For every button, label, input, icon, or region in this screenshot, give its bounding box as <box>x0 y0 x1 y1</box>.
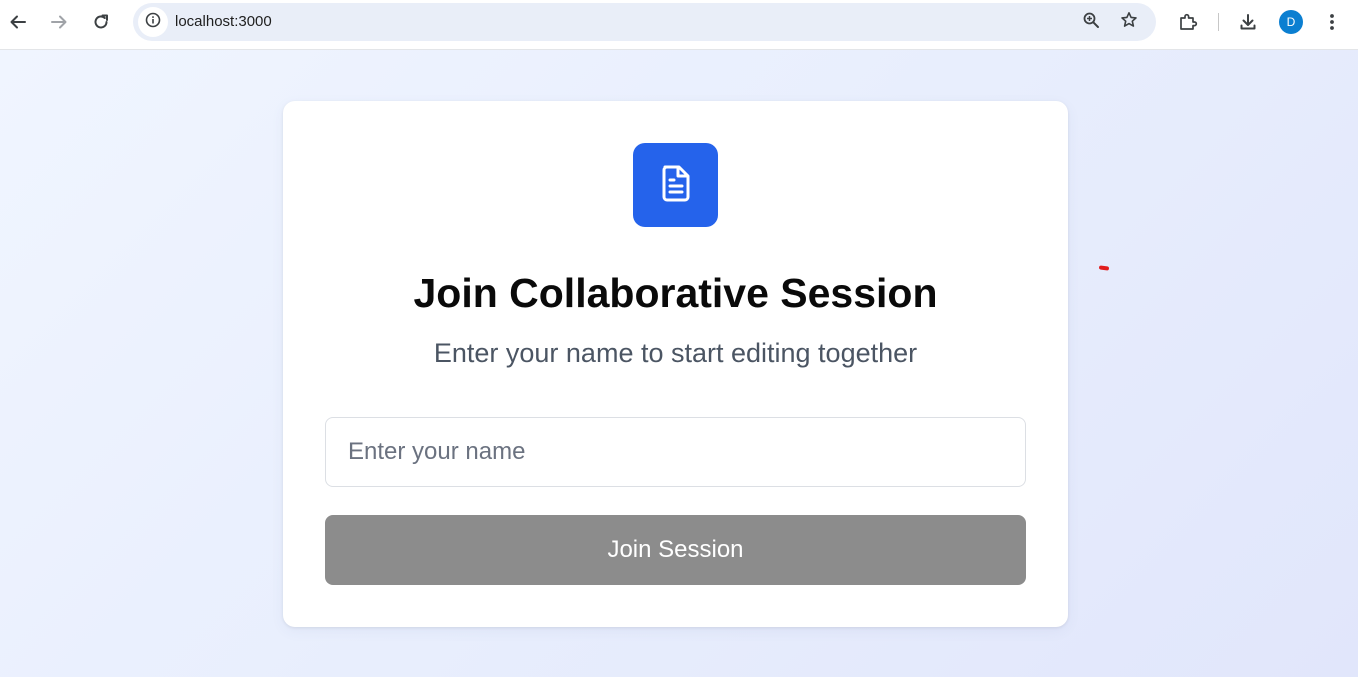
zoom-icon <box>1082 11 1100 34</box>
address-bar[interactable]: localhost:3000 <box>133 3 1156 41</box>
page-subtitle: Enter your name to start editing togethe… <box>433 338 918 368</box>
extensions-button[interactable] <box>1173 7 1203 37</box>
forward-arrow-icon <box>50 13 68 31</box>
reload-button[interactable] <box>86 7 116 37</box>
site-info-button[interactable] <box>138 7 168 37</box>
url-text[interactable]: localhost:3000 <box>175 3 272 41</box>
page-background: Join Collaborative Session Enter your na… <box>0 50 1358 677</box>
profile-avatar[interactable]: D <box>1279 10 1303 34</box>
reload-icon <box>92 13 110 31</box>
join-session-button[interactable]: Join Session <box>325 515 1026 585</box>
kebab-menu-icon <box>1329 12 1335 32</box>
download-icon <box>1238 12 1258 32</box>
name-input[interactable] <box>325 417 1026 487</box>
browser-menu-button[interactable] <box>1317 7 1347 37</box>
star-icon <box>1120 11 1138 34</box>
info-icon <box>145 12 161 33</box>
browser-toolbar: localhost:3000 D <box>0 0 1358 50</box>
zoom-button[interactable] <box>1076 7 1106 37</box>
back-arrow-icon <box>9 13 27 31</box>
bookmark-button[interactable] <box>1114 7 1144 37</box>
toolbar-divider <box>1218 13 1219 31</box>
downloads-button[interactable] <box>1233 7 1263 37</box>
forward-button[interactable] <box>44 7 74 37</box>
logo-tile <box>633 143 718 227</box>
document-icon <box>657 163 695 208</box>
page-title: Join Collaborative Session <box>413 270 938 316</box>
puzzle-icon <box>1178 12 1198 32</box>
join-session-card: Join Collaborative Session Enter your na… <box>283 101 1068 627</box>
cursor-marker <box>1098 265 1110 271</box>
back-button[interactable] <box>3 7 33 37</box>
